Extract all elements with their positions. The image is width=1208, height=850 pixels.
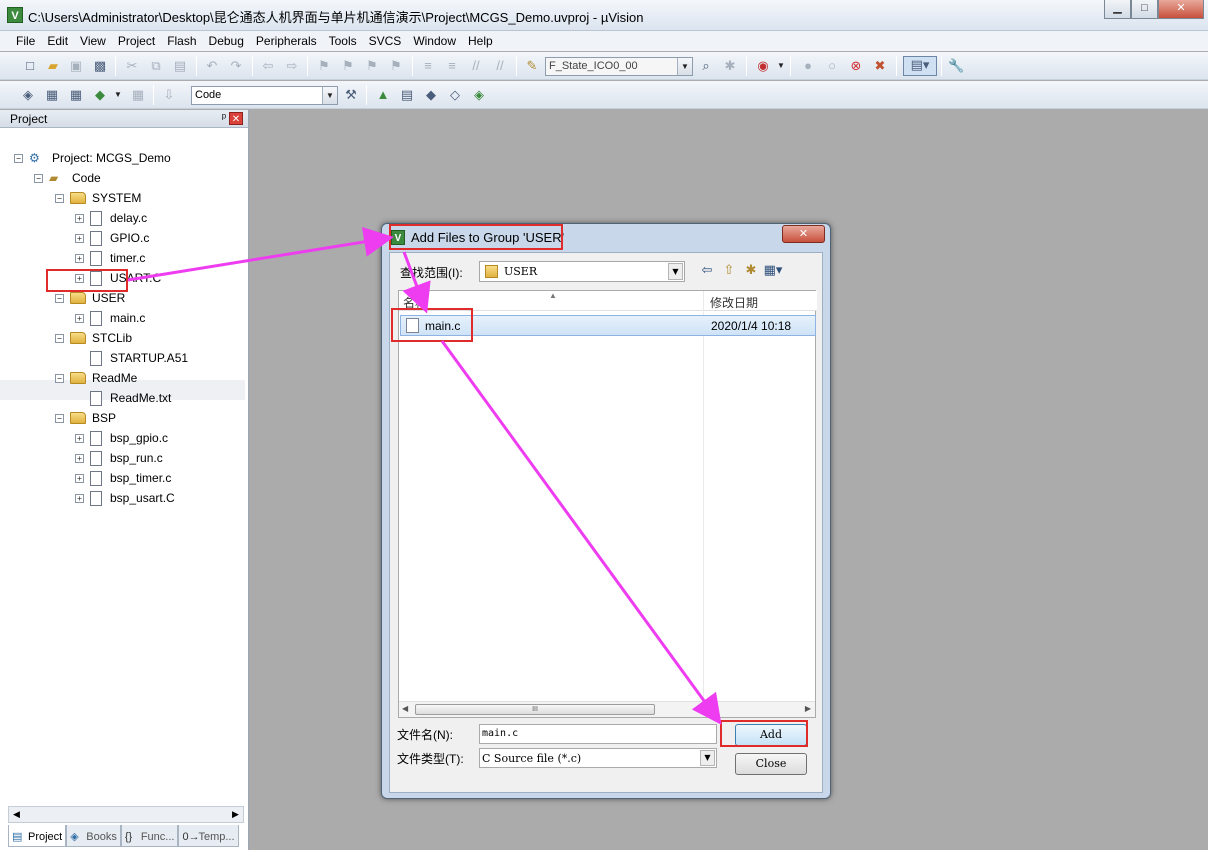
annotation-arrows (127, 227, 722, 725)
